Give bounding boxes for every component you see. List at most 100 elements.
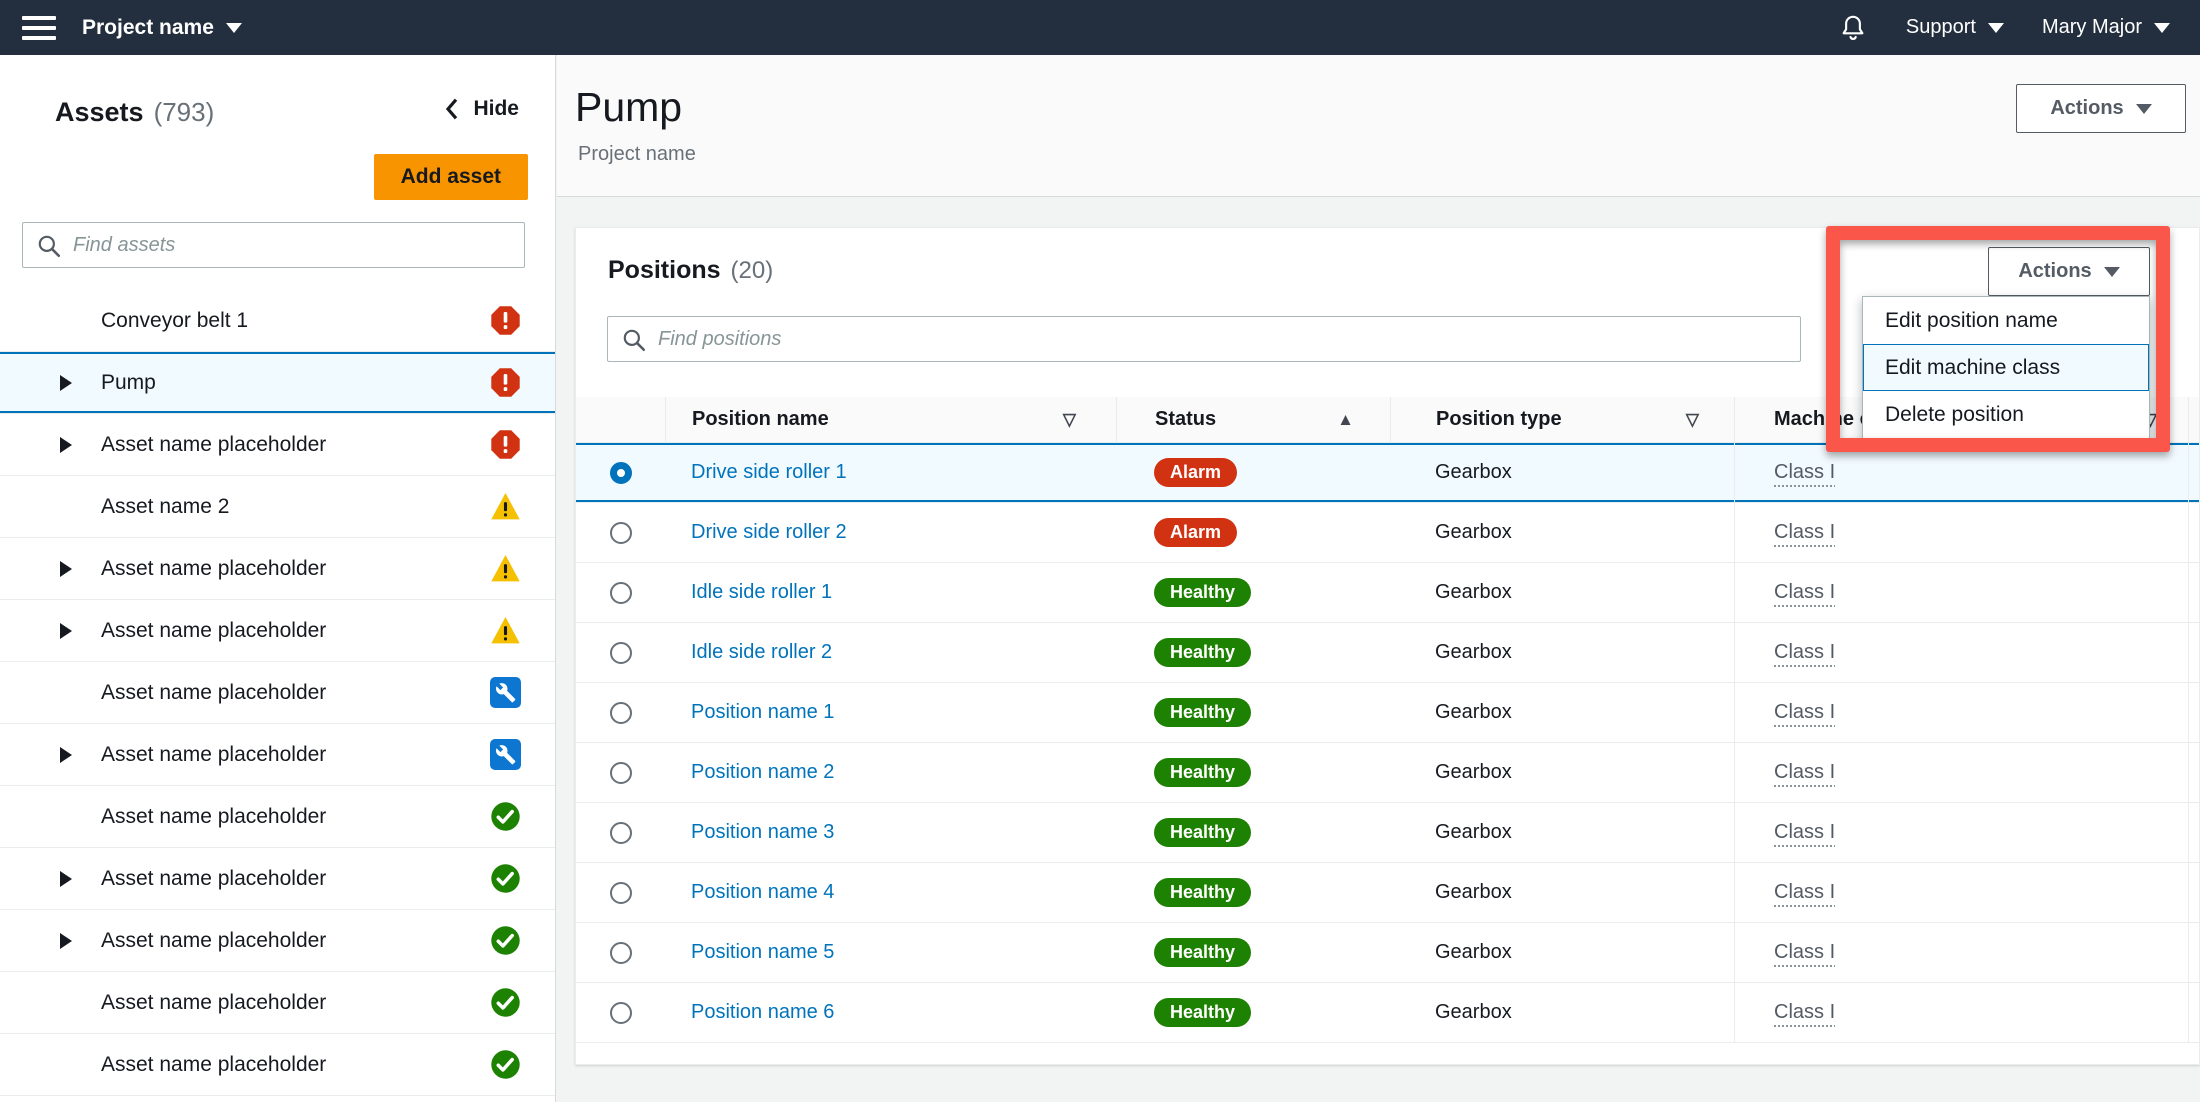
table-row: Position name 4HealthyGearboxClass I	[576, 863, 2199, 923]
asset-list-item[interactable]: Conveyor belt 1	[0, 290, 555, 352]
row-radio[interactable]	[610, 462, 632, 484]
assets-count: (793)	[154, 97, 215, 128]
expand-caret-icon[interactable]	[60, 747, 101, 763]
machine-class-value[interactable]: Class I	[1774, 641, 1835, 664]
asset-list-item[interactable]: Asset name placeholder	[0, 1034, 555, 1096]
find-positions-input[interactable]	[607, 316, 1801, 362]
table-row: Idle side roller 1HealthyGearboxClass I	[576, 563, 2199, 623]
sort-icon[interactable]: ▽	[1686, 410, 1699, 430]
sort-icon[interactable]: ▲	[1337, 410, 1354, 430]
row-radio[interactable]	[610, 642, 632, 664]
row-radio[interactable]	[610, 582, 632, 604]
warning-icon	[490, 615, 521, 646]
asset-list-item[interactable]: Asset name placeholder	[0, 600, 555, 662]
menu-item[interactable]: Delete position	[1863, 391, 2149, 438]
row-radio[interactable]	[610, 1002, 632, 1024]
position-type-value: Gearbox	[1435, 641, 1512, 664]
row-overflow-cell	[2188, 743, 2199, 802]
alarm-icon	[490, 429, 521, 460]
chevron-down-icon	[2154, 23, 2170, 33]
position-name-link[interactable]: Position name 3	[691, 821, 834, 844]
asset-list-item[interactable]: Asset name placeholder	[0, 662, 555, 724]
column-header-position-type[interactable]: Position type ▽	[1390, 397, 1734, 442]
asset-list-item[interactable]: Asset name placeholder	[0, 414, 555, 476]
row-radio[interactable]	[610, 882, 632, 904]
position-name-link[interactable]: Position name 1	[691, 701, 834, 724]
support-menu[interactable]: Support	[1906, 16, 2004, 39]
table-row: Idle side roller 2HealthyGearboxClass I	[576, 623, 2199, 683]
machine-class-value[interactable]: Class I	[1774, 461, 1835, 484]
position-name-link[interactable]: Idle side roller 2	[691, 641, 832, 664]
maintenance-icon	[490, 739, 521, 770]
asset-list-item[interactable]: Asset name placeholder	[0, 972, 555, 1034]
machine-class-value[interactable]: Class I	[1774, 1001, 1835, 1024]
row-overflow-cell	[2188, 983, 2199, 1042]
row-radio[interactable]	[610, 762, 632, 784]
page-actions-label: Actions	[2050, 97, 2123, 120]
chevron-down-icon	[1988, 23, 2004, 33]
position-type-value: Gearbox	[1435, 521, 1512, 544]
top-navigation-bar: Project name Support Mary Major	[0, 0, 2200, 55]
notifications-bell-icon[interactable]	[1838, 13, 1868, 43]
position-type-value: Gearbox	[1435, 941, 1512, 964]
row-radio[interactable]	[610, 942, 632, 964]
asset-list: Conveyor belt 1 Pump Asset name placeholde…	[0, 290, 555, 1102]
position-name-link[interactable]: Position name 2	[691, 761, 834, 784]
column-header-status[interactable]: Status ▲	[1116, 397, 1390, 442]
asset-list-item[interactable]: Asset name placeholder	[0, 910, 555, 972]
asset-name-label: Asset name placeholder	[101, 619, 326, 643]
machine-class-value[interactable]: Class I	[1774, 761, 1835, 784]
asset-list-item[interactable]: Asset name placeholder	[0, 538, 555, 600]
expand-caret-icon[interactable]	[60, 871, 101, 887]
asset-list-item[interactable]: Asset name 2	[0, 476, 555, 538]
machine-class-value[interactable]: Class I	[1774, 821, 1835, 844]
healthy-icon	[490, 863, 521, 894]
position-type-value: Gearbox	[1435, 761, 1512, 784]
positions-actions-button[interactable]: Actions	[1988, 247, 2150, 296]
asset-list-item[interactable]: Asset name placeholder	[0, 1096, 555, 1102]
hide-panel-button[interactable]: Hide	[443, 97, 519, 121]
healthy-icon	[490, 801, 521, 832]
asset-name-label: Asset name placeholder	[101, 867, 326, 891]
asset-list-item[interactable]: Asset name placeholder	[0, 786, 555, 848]
status-badge: Healthy	[1154, 998, 1251, 1027]
expand-caret-icon[interactable]	[60, 933, 101, 949]
position-name-link[interactable]: Drive side roller 2	[691, 521, 847, 544]
asset-name-label: Asset name 2	[101, 495, 229, 519]
project-menu[interactable]: Project name	[82, 16, 242, 40]
row-radio[interactable]	[610, 822, 632, 844]
asset-list-item[interactable]: Asset name placeholder	[0, 724, 555, 786]
position-name-link[interactable]: Drive side roller 1	[691, 461, 847, 484]
user-menu[interactable]: Mary Major	[2042, 16, 2170, 39]
asset-name-label: Pump	[101, 371, 156, 395]
page-actions-button[interactable]: Actions	[2016, 84, 2186, 133]
machine-class-value[interactable]: Class I	[1774, 581, 1835, 604]
expand-caret-icon[interactable]	[60, 375, 101, 391]
menu-item[interactable]: Edit machine class	[1863, 344, 2149, 391]
expand-caret-icon[interactable]	[60, 561, 101, 577]
position-name-link[interactable]: Idle side roller 1	[691, 581, 832, 604]
position-name-link[interactable]: Position name 4	[691, 881, 834, 904]
menu-item[interactable]: Edit position name	[1863, 297, 2149, 344]
expand-caret-icon[interactable]	[60, 623, 101, 639]
column-header-position-name[interactable]: Position name ▽	[665, 397, 1116, 442]
row-radio[interactable]	[610, 702, 632, 724]
asset-list-item[interactable]: Pump	[0, 352, 555, 414]
machine-class-value[interactable]: Class I	[1774, 701, 1835, 724]
sort-icon[interactable]: ▽	[1063, 410, 1076, 430]
search-icon	[36, 233, 62, 259]
add-asset-button[interactable]: Add asset	[374, 154, 528, 200]
hamburger-menu-icon[interactable]	[22, 16, 56, 40]
position-name-link[interactable]: Position name 6	[691, 1001, 834, 1024]
positions-actions-label: Actions	[2018, 260, 2091, 283]
expand-caret-icon[interactable]	[60, 437, 101, 453]
warning-icon	[490, 491, 521, 522]
machine-class-value[interactable]: Class I	[1774, 521, 1835, 544]
table-row: Drive side roller 2AlarmGearboxClass I	[576, 503, 2199, 563]
row-radio[interactable]	[610, 522, 632, 544]
position-name-link[interactable]: Position name 5	[691, 941, 834, 964]
machine-class-value[interactable]: Class I	[1774, 881, 1835, 904]
find-assets-input[interactable]	[22, 222, 525, 268]
machine-class-value[interactable]: Class I	[1774, 941, 1835, 964]
asset-list-item[interactable]: Asset name placeholder	[0, 848, 555, 910]
